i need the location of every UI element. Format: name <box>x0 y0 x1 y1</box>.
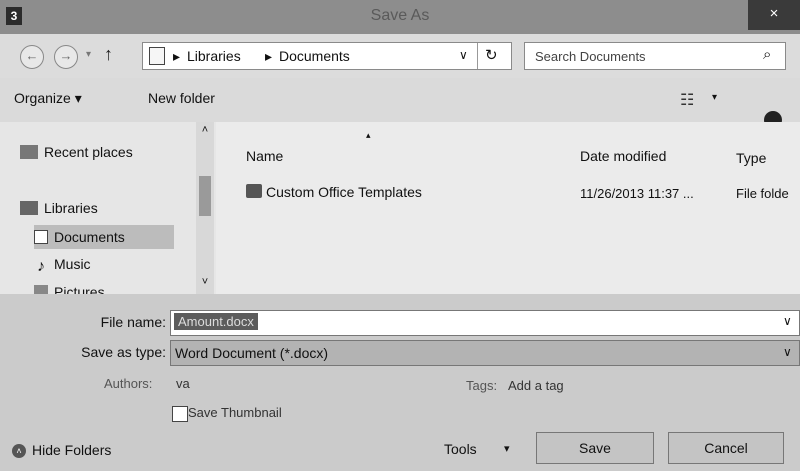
organize-menu[interactable]: Organize ▾ <box>14 90 82 107</box>
crumb-separator-icon: ▸ <box>265 48 273 64</box>
command-toolbar: Organize ▾ New folder ☷ ▾ <box>0 78 800 123</box>
save-thumbnail-checkbox[interactable] <box>172 406 188 422</box>
column-header-type[interactable]: Type <box>736 150 766 166</box>
save-type-select[interactable]: Word Document (*.docx) ∨ <box>170 340 800 366</box>
authors-value[interactable]: va <box>176 376 190 391</box>
window-title: Save As <box>370 7 430 24</box>
file-date: 11/26/2013 11:37 ... <box>580 186 694 201</box>
sidebar-item-label: Music <box>54 256 91 272</box>
tags-value[interactable]: Add a tag <box>508 378 564 393</box>
breadcrumb-libraries[interactable]: Libraries <box>187 48 241 64</box>
sidebar-item-documents[interactable]: Documents <box>34 225 174 249</box>
tools-dropdown-icon[interactable]: ▾ <box>504 442 510 455</box>
sidebar-item-music[interactable]: ♪ Music <box>34 252 212 276</box>
forward-button[interactable]: → <box>54 45 78 69</box>
search-placeholder: Search Documents <box>535 49 646 64</box>
scrollbar-thumb[interactable] <box>199 176 211 216</box>
save-button[interactable]: Save <box>536 432 654 464</box>
sidebar-item-label: Documents <box>54 229 125 245</box>
file-name-value: Amount.docx <box>174 313 258 330</box>
tags-label: Tags: <box>466 378 498 393</box>
crumb-separator-icon: ▸ <box>173 48 181 64</box>
tools-menu[interactable]: Tools <box>444 441 477 457</box>
save-type-value: Word Document (*.docx) <box>175 345 329 361</box>
column-header-date-modified[interactable]: Date modified <box>580 148 666 164</box>
sidebar-item-libraries[interactable]: Libraries <box>20 196 198 220</box>
close-button[interactable]: × <box>748 0 800 30</box>
sidebar-item-recent-places[interactable]: Recent places <box>20 140 198 164</box>
view-options-icon[interactable]: ☷ <box>680 90 694 110</box>
refresh-icon[interactable]: ↻ <box>485 46 498 64</box>
chevron-down-icon[interactable]: ∨ <box>783 314 792 328</box>
authors-label: Authors: <box>104 376 153 391</box>
file-name-field[interactable]: Amount.docx ∨ <box>170 310 800 336</box>
libraries-icon <box>20 201 38 215</box>
view-dropdown-icon[interactable]: ▾ <box>712 92 717 103</box>
scroll-up-icon[interactable]: ˄ <box>196 124 214 136</box>
music-icon: ♪ <box>37 258 45 275</box>
documents-library-icon <box>149 47 165 65</box>
cancel-button[interactable]: Cancel <box>668 432 784 464</box>
pictures-icon <box>34 285 48 294</box>
search-input[interactable]: Search Documents ⌕ <box>524 42 786 70</box>
sidebar-item-pictures[interactable]: Pictures <box>34 280 212 294</box>
back-button[interactable]: ← <box>20 45 44 69</box>
save-thumbnail-label[interactable]: Save Thumbnail <box>188 405 282 420</box>
file-name[interactable]: Custom Office Templates <box>266 184 422 200</box>
sidebar-item-label: Pictures <box>54 284 105 294</box>
sidebar-item-label: Libraries <box>44 200 98 216</box>
file-name-label: File name: <box>100 314 166 330</box>
new-folder-button[interactable]: New folder <box>148 90 215 106</box>
scroll-down-icon[interactable]: ˅ <box>196 276 214 288</box>
recent-places-icon <box>20 145 38 159</box>
column-header-name[interactable]: Name <box>246 148 283 164</box>
save-type-label: Save as type: <box>81 344 166 360</box>
sort-indicator-icon: ▴ <box>366 130 371 140</box>
address-divider <box>477 43 478 69</box>
recent-locations-icon[interactable]: ▾ <box>86 49 91 60</box>
file-type: File folde <box>736 186 789 201</box>
hide-folders-icon[interactable]: ˄ <box>12 444 26 458</box>
address-bar[interactable]: ▸ Libraries ▸ Documents ∨ ↻ <box>142 42 512 70</box>
folder-icon <box>246 184 262 198</box>
address-row: ← → ▾ ↑ ▸ Libraries ▸ Documents ∨ ↻ Sear… <box>0 34 800 78</box>
file-list <box>216 122 800 294</box>
chevron-down-icon[interactable]: ∨ <box>459 48 468 62</box>
sidebar-item-label: Recent places <box>44 144 133 160</box>
documents-icon <box>34 230 48 244</box>
breadcrumb-documents[interactable]: Documents <box>279 48 350 64</box>
up-button[interactable]: ↑ <box>104 44 113 65</box>
hide-folders-button[interactable]: Hide Folders <box>32 442 111 458</box>
search-icon[interactable]: ⌕ <box>763 46 771 63</box>
chevron-down-icon[interactable]: ∨ <box>783 345 792 359</box>
